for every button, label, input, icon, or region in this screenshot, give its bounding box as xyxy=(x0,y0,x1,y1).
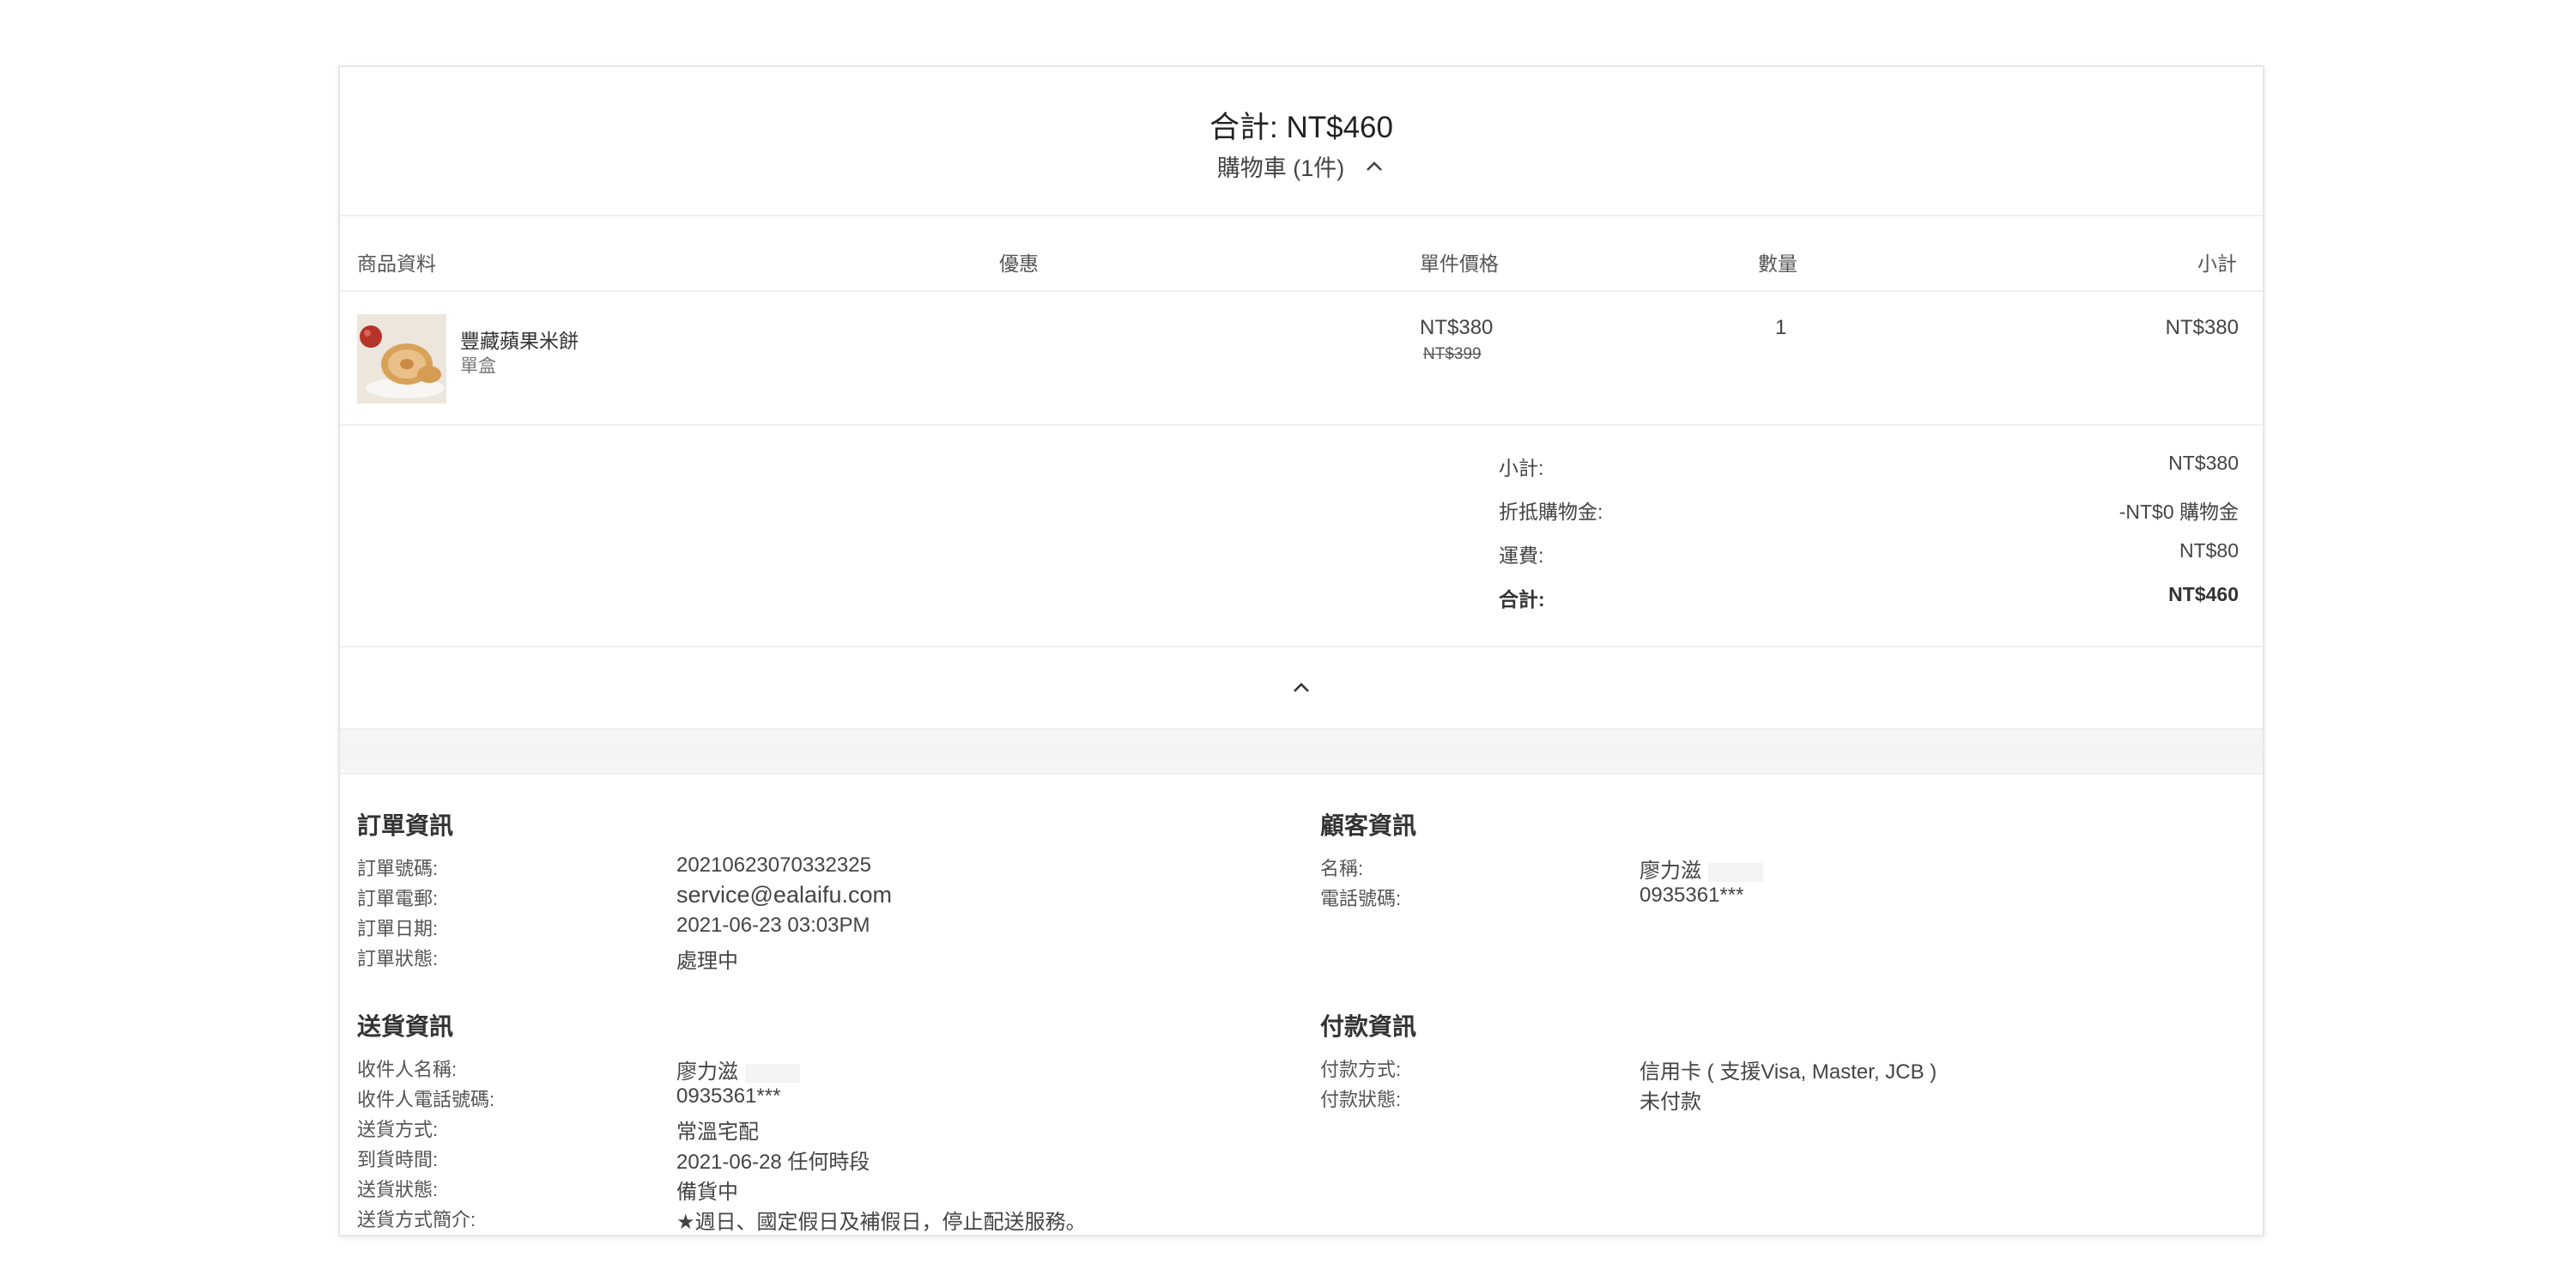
customer-info-title: 顧客資訊 xyxy=(1320,812,1417,839)
arrival-time-label: 到貨時間: xyxy=(357,1149,439,1170)
delivery-note-value: ★週日、國定假日及補假日，停止配送服務。 xyxy=(676,1211,1087,1234)
payment-method-value: 信用卡 ( 支援Visa, Master, JCB ) xyxy=(1640,1060,1937,1084)
delivery-info-section: 送貨資訊 收件人名稱: 廖力滋 收件人電話號碼: 0935361*** 送貨方式… xyxy=(357,1008,1301,1235)
header-unit-price: 單件價格 xyxy=(1420,252,1499,275)
header-quantity: 數量 xyxy=(1758,252,1797,275)
delivery-method-row: 送貨方式: 常溫宅配 xyxy=(357,1115,1301,1145)
arrival-time-row: 到貨時間: 2021-06-28 任何時段 xyxy=(357,1145,1301,1175)
divider-band xyxy=(340,730,2263,775)
header-discount: 優惠 xyxy=(999,252,1039,275)
delivery-method-value: 常溫宅配 xyxy=(676,1121,759,1144)
payment-status-label: 付款狀態: xyxy=(1320,1089,1402,1110)
customer-name-label: 名稱: xyxy=(1320,858,1364,879)
order-date-row: 訂單日期: 2021-06-23 03:03PM xyxy=(357,914,1301,944)
order-status-value: 處理中 xyxy=(676,950,738,973)
order-totals: 小計: NT$380 折抵購物金: -NT$0 購物金 運費: NT$80 合計… xyxy=(340,426,2263,647)
cart-label: 購物車 (1件) xyxy=(1216,155,1345,181)
payment-info-title: 付款資訊 xyxy=(1320,1013,1417,1040)
order-date-label: 訂單日期: xyxy=(357,918,439,939)
payment-method-label: 付款方式: xyxy=(1320,1059,1402,1080)
total-label: 合計: xyxy=(1499,588,1545,611)
order-info-title: 訂單資訊 xyxy=(357,812,454,839)
shipping-label: 運費: xyxy=(1499,544,1544,567)
delivery-status-value: 備貨中 xyxy=(676,1181,738,1204)
payment-status-row: 付款狀態: 未付款 xyxy=(1320,1084,2264,1115)
totals-credit: 折抵購物金: -NT$0 購物金 xyxy=(1499,495,2239,523)
item-quantity: 1 xyxy=(1775,316,1787,339)
delivery-status-label: 送貨狀態: xyxy=(357,1179,439,1200)
chevron-up-icon xyxy=(1290,677,1312,699)
delivery-info-title: 送貨資訊 xyxy=(357,1013,454,1040)
table-row: 豐藏蘋果米餅 單盒 NT$380 NT$399 1 NT$380 xyxy=(340,292,2263,426)
chevron-up-icon xyxy=(1363,155,1385,178)
unit-price: NT$380 xyxy=(1420,316,1494,339)
header-product: 商品資料 xyxy=(357,252,436,275)
recipient-phone-value: 0935361*** xyxy=(676,1084,781,1108)
order-number-value: 20210623070332325 xyxy=(676,854,871,877)
shipping-value: NT$80 xyxy=(2179,539,2239,562)
order-date-value: 2021-06-23 03:03PM xyxy=(676,914,870,937)
customer-name-value: 廖力滋 xyxy=(1640,854,1763,884)
recipient-name-label: 收件人名稱: xyxy=(357,1059,458,1080)
header-subtotal: 小計 xyxy=(2197,252,2237,275)
order-status-row: 訂單狀態: 處理中 xyxy=(357,944,1301,974)
customer-phone-value: 0935361*** xyxy=(1640,884,1744,907)
order-number-row: 訂單號碼: 20210623070332325 xyxy=(357,854,1301,884)
total-title: 合計: NT$460 xyxy=(1209,111,1393,144)
order-summary-card: 合計: NT$460 購物車 (1件) 商品資料 優惠 單件價格 數量 小計 豐… xyxy=(338,65,2264,1236)
total-value: NT$460 xyxy=(2168,583,2239,605)
order-status-label: 訂單狀態: xyxy=(357,948,439,969)
recipient-phone-label: 收件人電話號碼: xyxy=(357,1089,495,1110)
subtotal-label: 小計: xyxy=(1499,457,1544,479)
payment-method-row: 付款方式: 信用卡 ( 支援Visa, Master, JCB ) xyxy=(1320,1054,2264,1084)
customer-phone-row: 電話號碼: 0935361*** xyxy=(1320,884,2264,914)
subtotal-value: NT$380 xyxy=(2168,452,2239,474)
order-info-section: 訂單資訊 訂單號碼: 20210623070332325 訂單電郵: servi… xyxy=(357,807,1301,974)
arrival-time-value: 2021-06-28 任何時段 xyxy=(676,1151,870,1174)
delivery-status-row: 送貨狀態: 備貨中 xyxy=(357,1175,1301,1205)
credit-label: 折抵購物金: xyxy=(1499,501,1603,523)
customer-phone-label: 電話號碼: xyxy=(1320,888,1402,909)
cart-toggle[interactable]: 購物車 (1件) xyxy=(340,149,2263,183)
recipient-name-row: 收件人名稱: 廖力滋 xyxy=(357,1054,1301,1084)
customer-info-section: 顧客資訊 名稱: 廖力滋 電話號碼: 0935361*** xyxy=(1320,807,2264,914)
totals-shipping: 運費: NT$80 xyxy=(1499,539,2239,567)
credit-value: -NT$0 購物金 xyxy=(2118,501,2239,523)
delivery-note-label: 送貨方式簡介: xyxy=(357,1209,476,1230)
totals-subtotal: 小計: NT$380 xyxy=(1499,452,2239,479)
payment-info-section: 付款資訊 付款方式: 信用卡 ( 支援Visa, Master, JCB ) 付… xyxy=(1320,1008,2264,1115)
delivery-note-row: 送貨方式簡介: ★週日、國定假日及補假日，停止配送服務。 xyxy=(357,1205,1301,1235)
item-subtotal: NT$380 xyxy=(2165,316,2239,339)
original-price: NT$399 xyxy=(1423,345,1482,363)
order-email-row: 訂單電郵: service@ealaifu.com xyxy=(357,882,1301,914)
order-email-label: 訂單電郵: xyxy=(357,888,439,909)
delivery-method-label: 送貨方式: xyxy=(357,1119,439,1140)
customer-name-row: 名稱: 廖力滋 xyxy=(1320,854,2264,884)
collapse-cart-button[interactable] xyxy=(340,647,2263,730)
totals-total: 合計: NT$460 xyxy=(1499,583,2239,611)
product-name[interactable]: 豐藏蘋果米餅 xyxy=(460,325,579,354)
recipient-phone-row: 收件人電話號碼: 0935361*** xyxy=(357,1084,1301,1115)
order-number-label: 訂單號碼: xyxy=(357,858,439,879)
cart-table-header: 商品資料 優惠 單件價格 數量 小計 xyxy=(340,216,2263,292)
summary-header: 合計: NT$460 購物車 (1件) xyxy=(340,67,2263,216)
recipient-name-value: 廖力滋 xyxy=(676,1054,800,1084)
product-variant: 單盒 xyxy=(460,356,496,376)
payment-status-value: 未付款 xyxy=(1640,1091,1701,1114)
order-email-value: service@ealaifu.com xyxy=(676,882,893,908)
product-thumbnail[interactable] xyxy=(357,314,446,404)
